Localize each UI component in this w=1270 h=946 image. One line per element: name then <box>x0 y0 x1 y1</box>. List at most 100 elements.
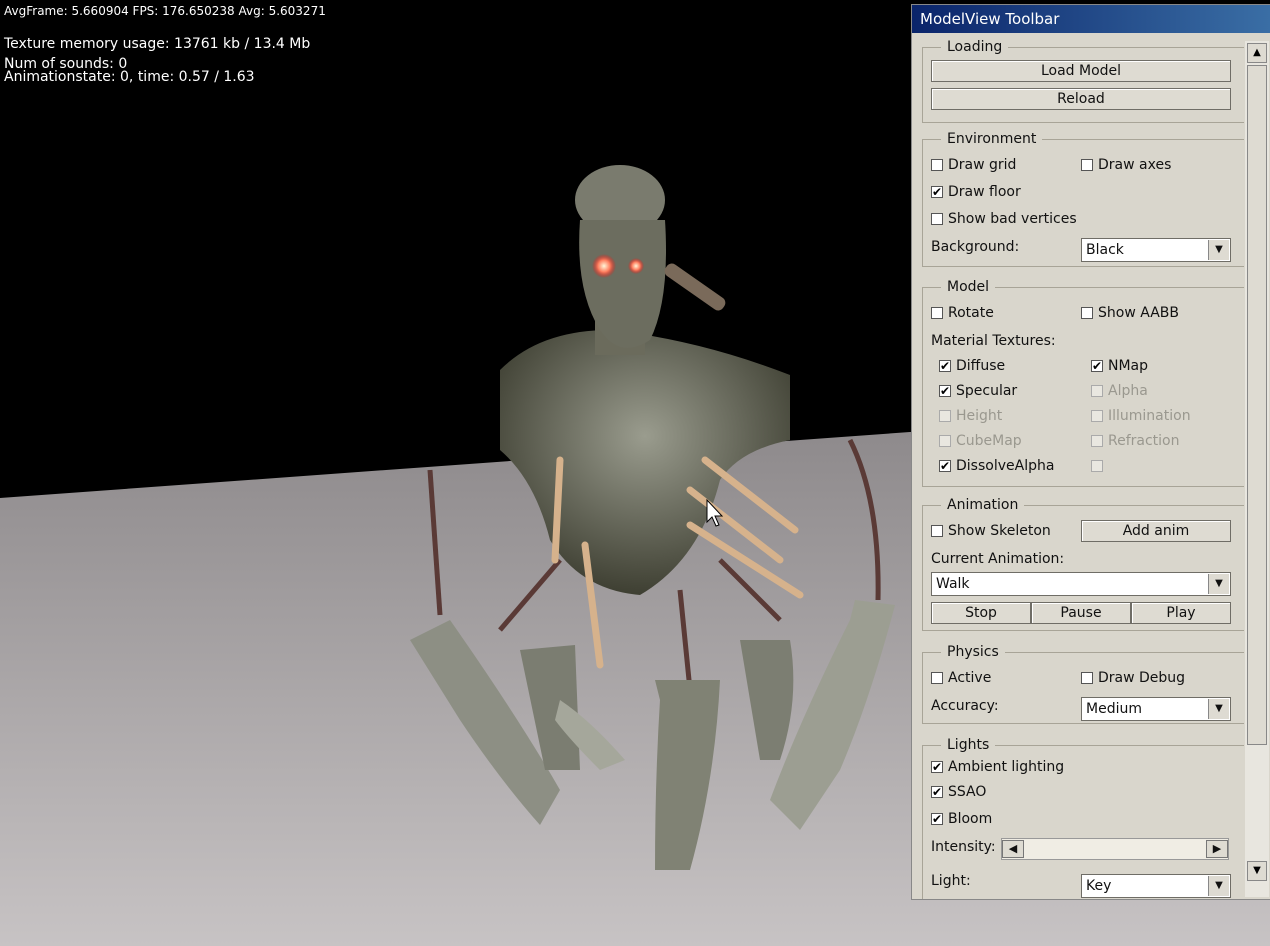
ambient-lighting-label: Ambient lighting <box>948 759 1065 775</box>
arrow-left-icon[interactable]: ◀ <box>1002 840 1024 858</box>
chevron-down-icon[interactable]: ▼ <box>1208 876 1229 896</box>
hud-texture-memory: Texture memory usage: 13761 kb / 13.4 Mb <box>4 36 311 52</box>
diffuse-label: Diffuse <box>956 358 1006 374</box>
model-eye <box>592 254 616 278</box>
draw-floor-label: Draw floor <box>948 184 1021 200</box>
arrow-down-icon[interactable]: ▼ <box>1247 861 1267 881</box>
refraction-box <box>1091 435 1103 447</box>
draw-debug-checkbox[interactable]: Draw Debug <box>1081 669 1185 687</box>
background-value: Black <box>1086 242 1124 258</box>
draw-debug-box[interactable] <box>1081 672 1093 684</box>
light-value: Key <box>1086 878 1112 894</box>
accuracy-label: Accuracy: <box>931 698 999 714</box>
show-bad-vertices-label: Show bad vertices <box>948 211 1077 227</box>
loading-group: Loading Load Model Reload <box>922 39 1244 123</box>
hud-frame-stats: AvgFrame: 5.660904 FPS: 176.650238 Avg: … <box>4 4 326 18</box>
intensity-slider[interactable]: ◀ ▶ <box>1001 838 1229 860</box>
show-skeleton-checkbox[interactable]: Show Skeleton <box>931 522 1051 540</box>
refraction-label: Refraction <box>1108 433 1180 449</box>
active-label: Active <box>948 670 992 686</box>
rotate-box[interactable] <box>931 307 943 319</box>
draw-grid-checkbox[interactable]: Draw grid <box>931 156 1016 174</box>
ssao-label: SSAO <box>948 784 987 800</box>
dissolvealpha-label: DissolveAlpha <box>956 458 1055 474</box>
dissolvealpha-checkbox[interactable]: DissolveAlpha <box>939 457 1054 475</box>
accuracy-value: Medium <box>1086 701 1142 717</box>
show-bad-vertices-checkbox[interactable]: Show bad vertices <box>931 210 1077 228</box>
animation-legend: Animation <box>941 497 1025 513</box>
cubemap-box <box>939 435 951 447</box>
draw-axes-label: Draw axes <box>1098 157 1172 173</box>
light-select[interactable]: Key ▼ <box>1081 874 1231 898</box>
environment-legend: Environment <box>941 131 1043 147</box>
accuracy-select[interactable]: Medium ▼ <box>1081 697 1231 721</box>
show-aabb-box[interactable] <box>1081 307 1093 319</box>
active-checkbox[interactable]: Active <box>931 669 991 687</box>
illumination-checkbox: Illumination <box>1091 407 1191 425</box>
animation-group: Animation Show Skeleton Add anim Current… <box>922 497 1244 631</box>
illumination-label: Illumination <box>1108 408 1191 424</box>
diffuse-box[interactable] <box>939 357 951 375</box>
chevron-down-icon[interactable]: ▼ <box>1208 574 1229 594</box>
reload-button[interactable]: Reload <box>931 88 1231 110</box>
specular-checkbox[interactable]: Specular <box>939 382 1017 400</box>
show-aabb-checkbox[interactable]: Show AABB <box>1081 304 1179 322</box>
current-animation-value: Walk <box>936 576 970 592</box>
arrow-up-icon[interactable]: ▲ <box>1247 43 1267 63</box>
dissolvealpha-box[interactable] <box>939 457 951 475</box>
nmap-checkbox[interactable]: NMap <box>1091 357 1148 375</box>
load-model-button[interactable]: Load Model <box>931 60 1231 82</box>
nmap-box[interactable] <box>1091 357 1103 375</box>
ambient-lighting-box[interactable] <box>931 758 943 776</box>
specular-box[interactable] <box>939 382 951 400</box>
modelview-toolbar-window: ModelView Toolbar Loading Load Model Rel… <box>911 4 1270 900</box>
ssao-checkbox[interactable]: SSAO <box>931 783 986 801</box>
model-head <box>579 220 666 348</box>
model-group: Model Rotate Show AABB Material Textures… <box>922 279 1244 487</box>
background-select[interactable]: Black ▼ <box>1081 238 1231 262</box>
loading-legend: Loading <box>941 39 1009 55</box>
height-checkbox: Height <box>939 407 1002 425</box>
show-bad-vertices-box[interactable] <box>931 213 943 225</box>
draw-grid-label: Draw grid <box>948 157 1017 173</box>
background-label: Background: <box>931 239 1020 255</box>
refraction-checkbox: Refraction <box>1091 432 1180 450</box>
alpha-checkbox: Alpha <box>1091 382 1148 400</box>
current-animation-label: Current Animation: <box>931 551 1065 567</box>
chevron-down-icon[interactable]: ▼ <box>1208 699 1229 719</box>
ambient-lighting-checkbox[interactable]: Ambient lighting <box>931 758 1064 776</box>
active-box[interactable] <box>931 672 943 684</box>
stop-button[interactable]: Stop <box>931 602 1031 624</box>
scrollbar-thumb[interactable] <box>1247 65 1267 745</box>
chevron-down-icon[interactable]: ▼ <box>1208 240 1229 260</box>
draw-grid-box[interactable] <box>931 159 943 171</box>
toolbar-scrollbar[interactable]: ▲ ▼ <box>1245 41 1269 897</box>
toolbar-title-bar[interactable]: ModelView Toolbar <box>912 5 1270 33</box>
physics-group: Physics Active Draw Debug Accuracy: Medi… <box>922 644 1244 724</box>
draw-axes-box[interactable] <box>1081 159 1093 171</box>
show-skeleton-box[interactable] <box>931 525 943 537</box>
unlabeled-texture-box <box>1091 460 1103 472</box>
alpha-box <box>1091 385 1103 397</box>
intensity-row: Intensity: ◀ ▶ <box>931 838 1245 860</box>
play-button[interactable]: Play <box>1131 602 1231 624</box>
draw-axes-checkbox[interactable]: Draw axes <box>1081 156 1171 174</box>
bloom-box[interactable] <box>931 810 943 828</box>
bloom-checkbox[interactable]: Bloom <box>931 810 992 828</box>
rotate-checkbox[interactable]: Rotate <box>931 304 994 322</box>
show-aabb-label: Show AABB <box>1098 305 1179 321</box>
unlabeled-texture-checkbox <box>1091 457 1108 475</box>
add-anim-button[interactable]: Add anim <box>1081 520 1231 542</box>
draw-floor-box[interactable] <box>931 183 943 201</box>
lights-group: Lights Ambient lighting SSAO Bloom Inten… <box>922 737 1245 899</box>
draw-floor-checkbox[interactable]: Draw floor <box>931 183 1021 201</box>
model-legend: Model <box>941 279 996 295</box>
material-textures-label: Material Textures: <box>931 333 1056 349</box>
current-animation-select[interactable]: Walk ▼ <box>931 572 1231 596</box>
arrow-right-icon[interactable]: ▶ <box>1206 840 1228 858</box>
draw-debug-label: Draw Debug <box>1098 670 1186 686</box>
light-label: Light: <box>931 873 971 889</box>
ssao-box[interactable] <box>931 783 943 801</box>
diffuse-checkbox[interactable]: Diffuse <box>939 357 1005 375</box>
pause-button[interactable]: Pause <box>1031 602 1131 624</box>
